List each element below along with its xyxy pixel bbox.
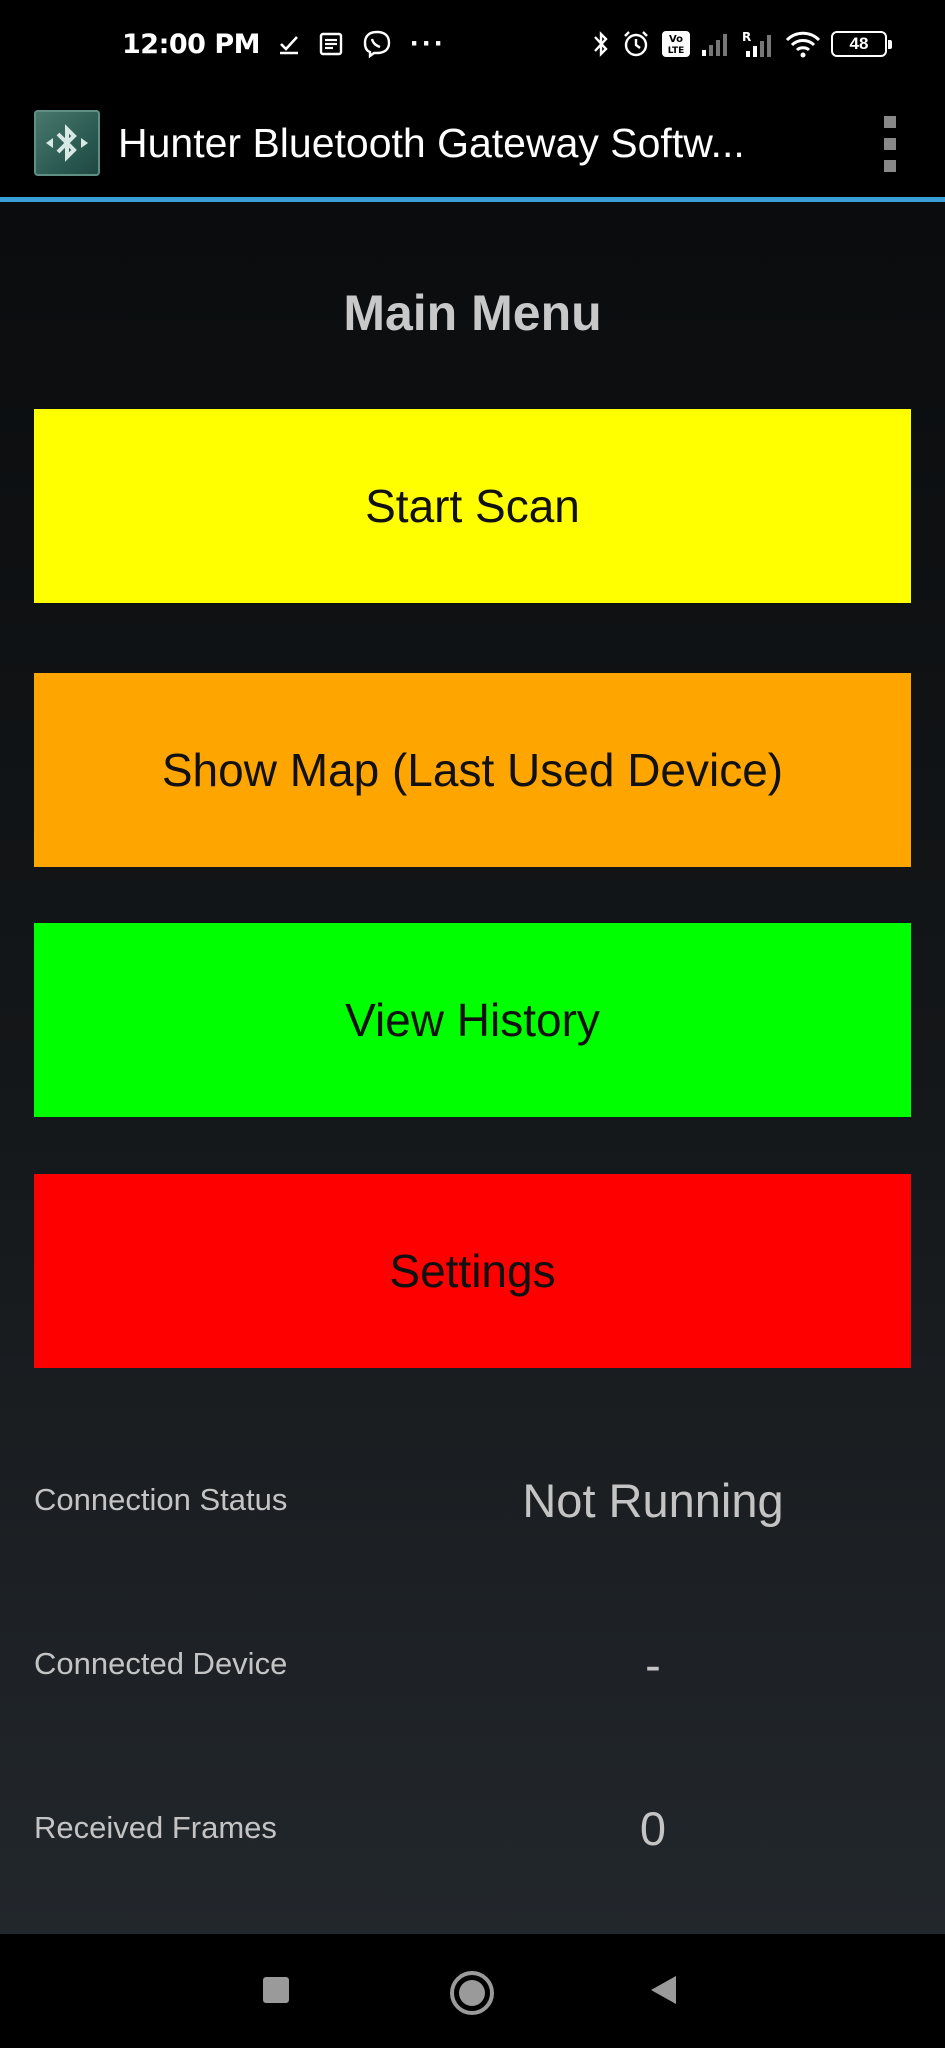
- recent-apps-button[interactable]: [262, 1976, 290, 2004]
- received-frames-row: Received Frames 0: [34, 1788, 911, 1868]
- more-notifications-icon: ···: [410, 27, 446, 60]
- check-icon: [278, 33, 300, 55]
- connection-status-row: Connection Status Not Running: [34, 1460, 911, 1540]
- navigation-bar: [0, 1934, 945, 2048]
- received-frames-label: Received Frames: [34, 1810, 277, 1845]
- start-scan-button[interactable]: Start Scan: [34, 409, 911, 603]
- connected-device-value: -: [645, 1637, 661, 1691]
- battery-level: 48: [849, 34, 869, 53]
- view-history-button[interactable]: View History: [34, 923, 911, 1117]
- received-frames-value: 0: [639, 1801, 667, 1855]
- overflow-menu-icon[interactable]: [875, 116, 905, 172]
- settings-button[interactable]: Settings: [34, 1174, 911, 1368]
- show-map-button[interactable]: Show Map (Last Used Device): [34, 673, 911, 867]
- home-button[interactable]: [449, 1970, 495, 2016]
- roaming-signal-icon: R: [741, 29, 775, 59]
- main-content: Main Menu Start Scan Show Map (Last Used…: [0, 202, 945, 1934]
- signal-icon: [701, 30, 731, 58]
- circle-icon: [450, 1971, 494, 2015]
- square-icon: [263, 1977, 289, 2003]
- wifi-icon: [785, 30, 821, 58]
- svg-text:R: R: [742, 30, 751, 44]
- bluetooth-icon: [591, 29, 611, 59]
- alarm-icon: [621, 29, 651, 59]
- connected-device-label: Connected Device: [34, 1646, 288, 1681]
- clock: 12:00 PM: [122, 28, 261, 60]
- back-button[interactable]: [648, 1974, 678, 2006]
- viber-icon: [362, 29, 392, 59]
- app-bluetooth-icon: [34, 110, 100, 176]
- connected-device-row: Connected Device -: [34, 1624, 911, 1704]
- news-icon: [318, 31, 344, 57]
- svg-text:LTE: LTE: [668, 46, 685, 56]
- back-triangle-icon: [651, 1976, 676, 2004]
- svg-text:Vo: Vo: [669, 34, 683, 45]
- status-bar-left: 12:00 PM ···: [122, 27, 446, 61]
- connection-status-value: Not Running: [522, 1473, 784, 1527]
- status-bar: 12:00 PM ··· Vo LTE R 48: [0, 0, 945, 88]
- app-title: Hunter Bluetooth Gateway Softw...: [118, 119, 745, 166]
- overflow-dot: [884, 138, 896, 150]
- connection-status-label: Connection Status: [34, 1482, 288, 1517]
- action-bar: Hunter Bluetooth Gateway Softw...: [0, 88, 945, 198]
- page-title: Main Menu: [343, 285, 602, 341]
- status-bar-right: Vo LTE R 48: [591, 29, 892, 59]
- volte-icon: Vo LTE: [661, 30, 691, 58]
- overflow-dot: [884, 116, 896, 128]
- battery-icon: 48: [831, 31, 892, 57]
- overflow-dot: [884, 160, 896, 172]
